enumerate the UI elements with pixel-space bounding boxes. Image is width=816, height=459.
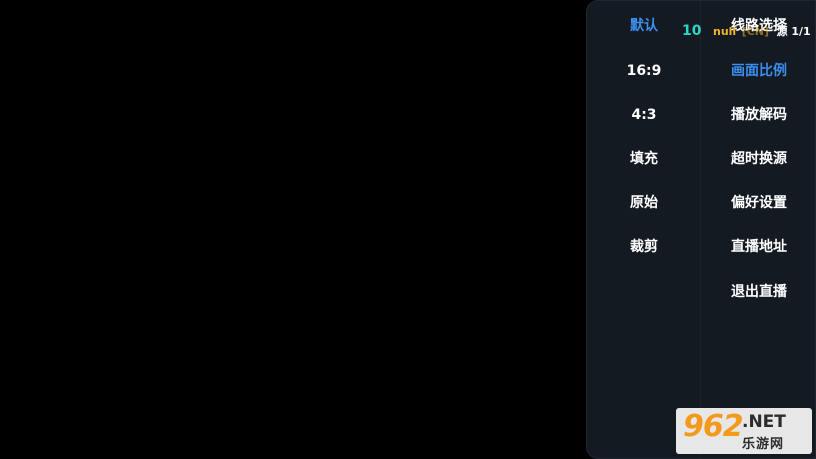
- menu-item-live-address[interactable]: 直播地址: [701, 233, 815, 261]
- aspect-option-16-9[interactable]: 16:9: [587, 57, 701, 85]
- menu-item-decoder[interactable]: 播放解码: [701, 101, 815, 129]
- video-display-area[interactable]: [0, 0, 586, 459]
- watermark-suffix: .NET: [742, 412, 786, 432]
- settings-menu: 线路选择 画面比例 播放解码 超时换源 偏好设置 直播地址 退出直播: [701, 1, 815, 458]
- menu-item-preferences[interactable]: 偏好设置: [701, 189, 815, 217]
- channel-tag: [CN]: [741, 25, 770, 38]
- source-indicator: 源 1/1: [776, 25, 811, 38]
- menu-item-timeout-switch[interactable]: 超时换源: [701, 145, 815, 173]
- menu-item-aspect-ratio[interactable]: 画面比例: [701, 57, 815, 85]
- aspect-option-4-3[interactable]: 4:3: [587, 101, 701, 129]
- channel-name: null: [712, 25, 737, 38]
- aspect-option-original[interactable]: 原始: [587, 189, 701, 217]
- aspect-ratio-options: 默认 16:9 4:3 填充 原始 裁剪: [587, 1, 701, 458]
- watermark-chinese-name: 乐游网: [742, 437, 785, 452]
- menu-item-exit-live[interactable]: 退出直播: [701, 278, 815, 306]
- channel-info-overlay: 10 null [CN] 源 1/1: [682, 20, 811, 42]
- channel-number: 10: [682, 23, 702, 39]
- watermark-number: 962: [683, 409, 744, 444]
- settings-panel: 默认 16:9 4:3 填充 原始 裁剪 线路选择 画面比例 播放解码 超时换源…: [586, 0, 816, 459]
- aspect-option-fill[interactable]: 填充: [587, 145, 701, 173]
- aspect-option-crop[interactable]: 裁剪: [587, 233, 701, 261]
- site-watermark-logo: 962 .NET 乐游网: [676, 408, 812, 454]
- live-tv-player: 默认 16:9 4:3 填充 原始 裁剪 线路选择 画面比例 播放解码 超时换源…: [0, 0, 816, 459]
